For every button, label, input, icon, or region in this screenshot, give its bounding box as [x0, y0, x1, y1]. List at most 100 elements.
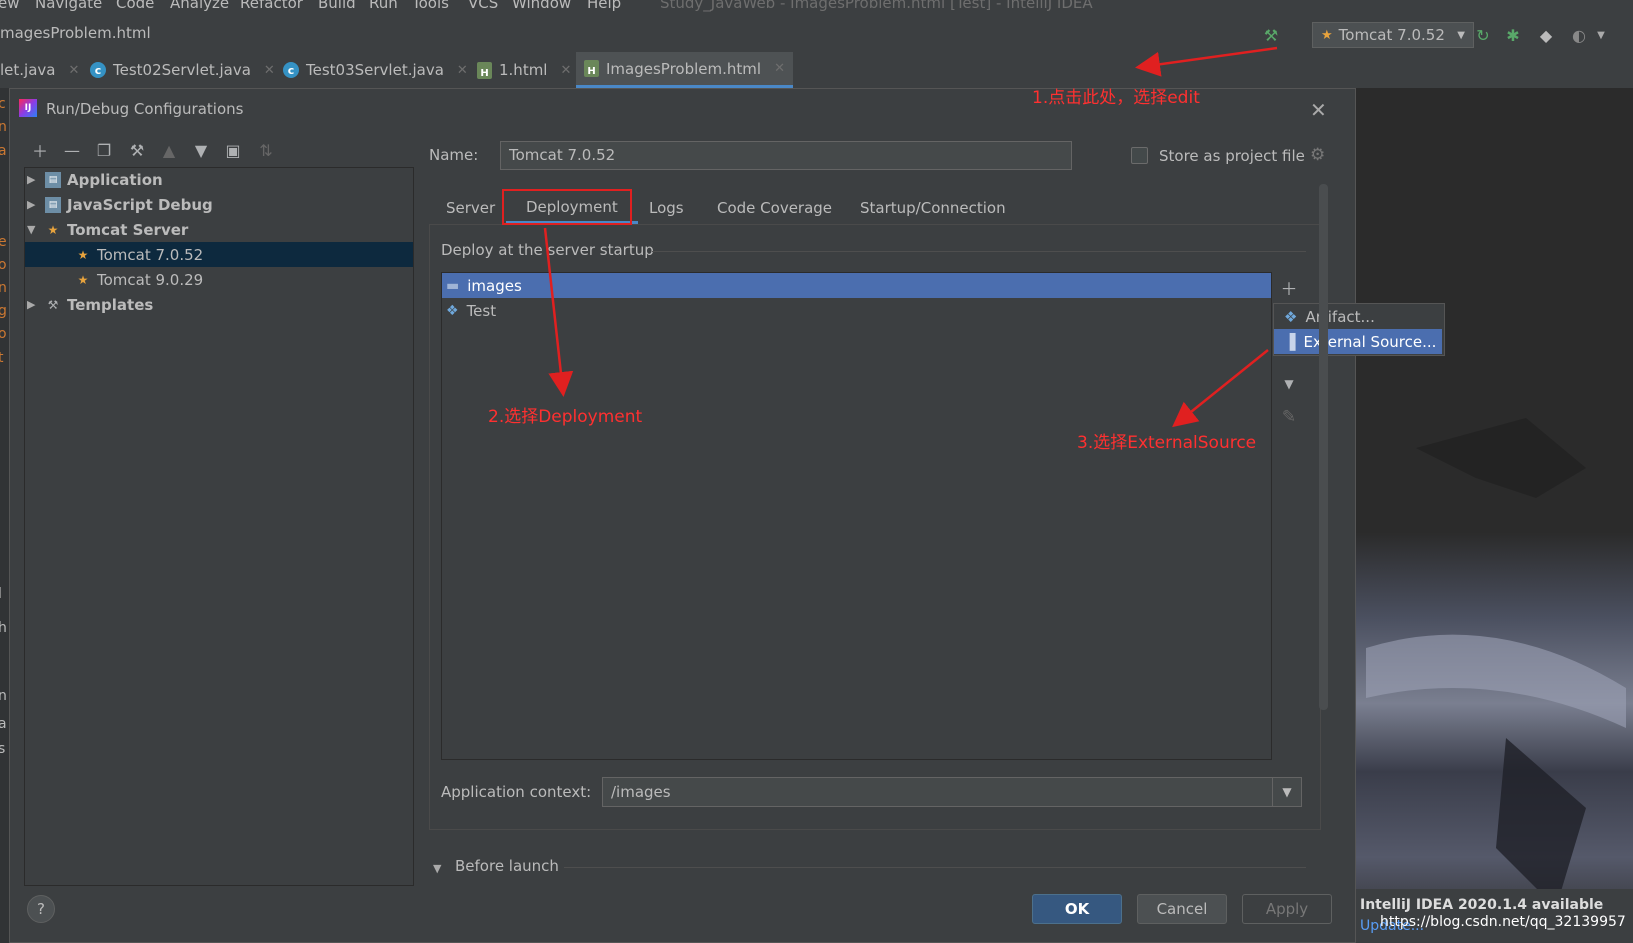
app-context-label: Application context: — [441, 783, 592, 801]
editor-tab-1html[interactable]: H 1.html ✕ — [477, 52, 571, 88]
menu-help[interactable]: Help — [587, 0, 621, 12]
move-down-icon[interactable]: ▼ — [1279, 374, 1299, 394]
debug-bug-icon[interactable]: ✱ — [1504, 26, 1522, 45]
coverage-shield-icon[interactable]: ◆ — [1537, 26, 1555, 45]
sort-icon[interactable]: ⇅ — [256, 140, 276, 160]
scrollbar[interactable] — [1319, 184, 1328, 710]
rerun-icon[interactable]: ↻ — [1474, 26, 1492, 45]
editor-tab-test02[interactable]: c Test02Servlet.java ✕ — [90, 52, 275, 88]
application-icon: ▤ — [45, 171, 61, 188]
close-icon[interactable]: ✕ — [264, 63, 275, 78]
app-context-field[interactable]: /images — [602, 777, 1302, 807]
tree-node-application[interactable]: ▶ ▤ Application — [27, 167, 163, 192]
editor-tab-imagesproblem[interactable]: H ImagesProblem.html ✕ — [576, 52, 793, 88]
editor-tab-test03[interactable]: c Test03Servlet.java ✕ — [283, 52, 468, 88]
editor-background-image — [1356, 88, 1633, 943]
wrench-icon[interactable]: ⚒ — [127, 140, 147, 160]
build-hammer-icon[interactable]: ⚒ — [1262, 26, 1280, 45]
add-icon[interactable]: ＋ — [30, 140, 50, 161]
java-class-icon: c — [283, 62, 299, 78]
breadcrumb[interactable]: magesProblem.html — [0, 24, 151, 42]
tree-node-templates[interactable]: ▶ ⚒ Templates — [27, 292, 153, 317]
tree-node-tomcat-9[interactable]: ★ Tomcat 9.0.29 — [75, 267, 204, 292]
chevron-down-icon: ▼ — [1457, 29, 1465, 41]
menu-view[interactable]: ew — [0, 0, 20, 12]
menu-window[interactable]: Window — [512, 0, 571, 12]
collapse-arrow-icon[interactable]: ▼ — [27, 223, 39, 236]
menu-bar: ew Navigate Code Analyze Refactor Build … — [0, 0, 1633, 16]
new-folder-icon[interactable]: ▣ — [223, 140, 243, 160]
tree-node-tomcat-7[interactable]: ★ Tomcat 7.0.52 — [25, 242, 413, 267]
move-up-icon[interactable]: ▲ — [159, 140, 179, 160]
code-fragment: l — [0, 586, 2, 602]
list-item-label: Test — [466, 301, 497, 320]
expand-arrow-icon[interactable]: ▶ — [27, 298, 39, 311]
before-launch-title[interactable]: Before launch — [455, 857, 559, 875]
close-icon[interactable]: ✕ — [1310, 98, 1327, 122]
expand-arrow-icon[interactable]: ▶ — [27, 173, 39, 186]
menu-navigate[interactable]: Navigate — [35, 0, 102, 12]
tree-node-javascript-debug[interactable]: ▶ ▤ JavaScript Debug — [27, 192, 213, 217]
tree-node-label: Tomcat 7.0.52 — [97, 245, 204, 264]
editor-tab-label: ImagesProblem.html — [606, 59, 762, 78]
chevron-down-icon[interactable]: ▼ — [1272, 778, 1301, 806]
menu-item-external-source[interactable]: ▐ External Source... — [1274, 329, 1442, 354]
java-class-icon: c — [90, 62, 106, 78]
menu-tools[interactable]: Tools — [412, 0, 449, 12]
profiler-icon[interactable]: ◐ — [1570, 26, 1588, 45]
close-icon[interactable]: ✕ — [457, 63, 468, 78]
annotation-step-1: 1.点击此处，选择edit — [1032, 88, 1200, 108]
help-button[interactable]: ? — [27, 895, 55, 923]
expand-arrow-icon[interactable]: ▶ — [27, 198, 39, 211]
more-chevron-icon[interactable]: ▼ — [1592, 26, 1610, 44]
list-item-test[interactable]: ❖ Test — [442, 298, 1271, 323]
add-icon[interactable]: ＋ — [1279, 277, 1299, 300]
background-artwork — [1366, 418, 1626, 908]
remove-icon[interactable]: — — [62, 140, 82, 160]
editor-tab-bar: let.java ✕ c Test02Servlet.java ✕ c Test03… — [0, 52, 1633, 89]
ok-button[interactable]: OK — [1032, 894, 1122, 924]
edit-pencil-icon[interactable]: ✎ — [1279, 407, 1299, 427]
tab-startup-connection[interactable]: Startup/Connection — [860, 192, 1006, 224]
deploy-section-title: Deploy at the server startup — [441, 241, 654, 259]
code-fragment: e — [0, 234, 7, 250]
run-configuration-selector[interactable]: ★ Tomcat 7.0.52 ▼ — [1312, 22, 1474, 48]
close-icon[interactable]: ✕ — [560, 63, 571, 78]
cancel-button[interactable]: Cancel — [1137, 894, 1227, 924]
code-fragment: s — [0, 741, 6, 757]
store-as-project-label[interactable]: Store as project file — [1159, 147, 1305, 165]
menu-analyze[interactable]: Analyze — [170, 0, 229, 12]
tomcat-icon: ★ — [47, 222, 59, 237]
editor-tab-label: Test02Servlet.java — [113, 61, 251, 79]
code-fragment: g — [0, 303, 7, 319]
code-fragment: h — [0, 620, 7, 636]
move-down-icon[interactable]: ▼ — [191, 140, 211, 160]
name-label: Name: — [429, 146, 479, 164]
tab-server[interactable]: Server — [446, 192, 495, 224]
close-icon[interactable]: ✕ — [774, 61, 785, 76]
collapse-arrow-icon[interactable]: ▼ — [433, 862, 441, 875]
close-icon[interactable]: ✕ — [68, 63, 79, 78]
tree-node-label: Tomcat Server — [67, 220, 189, 239]
name-field[interactable]: Tomcat 7.0.52 — [500, 141, 1072, 170]
menu-code[interactable]: Code — [116, 0, 154, 12]
tomcat-icon: ★ — [1321, 27, 1333, 43]
run-configuration-label: Tomcat 7.0.52 — [1338, 26, 1445, 44]
menu-refactor[interactable]: Refactor — [240, 0, 303, 12]
gear-icon[interactable]: ⚙ — [1310, 145, 1325, 165]
menu-item-label: Artifact... — [1305, 307, 1375, 326]
tab-logs[interactable]: Logs — [649, 192, 684, 224]
apply-button[interactable]: Apply — [1242, 894, 1332, 924]
list-item-images[interactable]: ▬ images — [442, 273, 1271, 298]
tree-node-label: Tomcat 9.0.29 — [97, 270, 204, 289]
store-as-project-checkbox[interactable] — [1131, 147, 1148, 164]
external-source-icon: ▐ — [1284, 332, 1296, 351]
menu-build[interactable]: Build — [318, 0, 356, 12]
menu-run[interactable]: Run — [369, 0, 398, 12]
copy-icon[interactable]: ❐ — [94, 140, 114, 160]
menu-vcs[interactable]: VCS — [468, 0, 498, 12]
tab-code-coverage[interactable]: Code Coverage — [717, 192, 832, 224]
menu-item-artifact[interactable]: ❖ Artifact... — [1274, 304, 1442, 329]
editor-tab-servlet[interactable]: let.java ✕ — [0, 52, 79, 88]
tree-node-tomcat-server[interactable]: ▼ ★ Tomcat Server — [27, 217, 188, 242]
